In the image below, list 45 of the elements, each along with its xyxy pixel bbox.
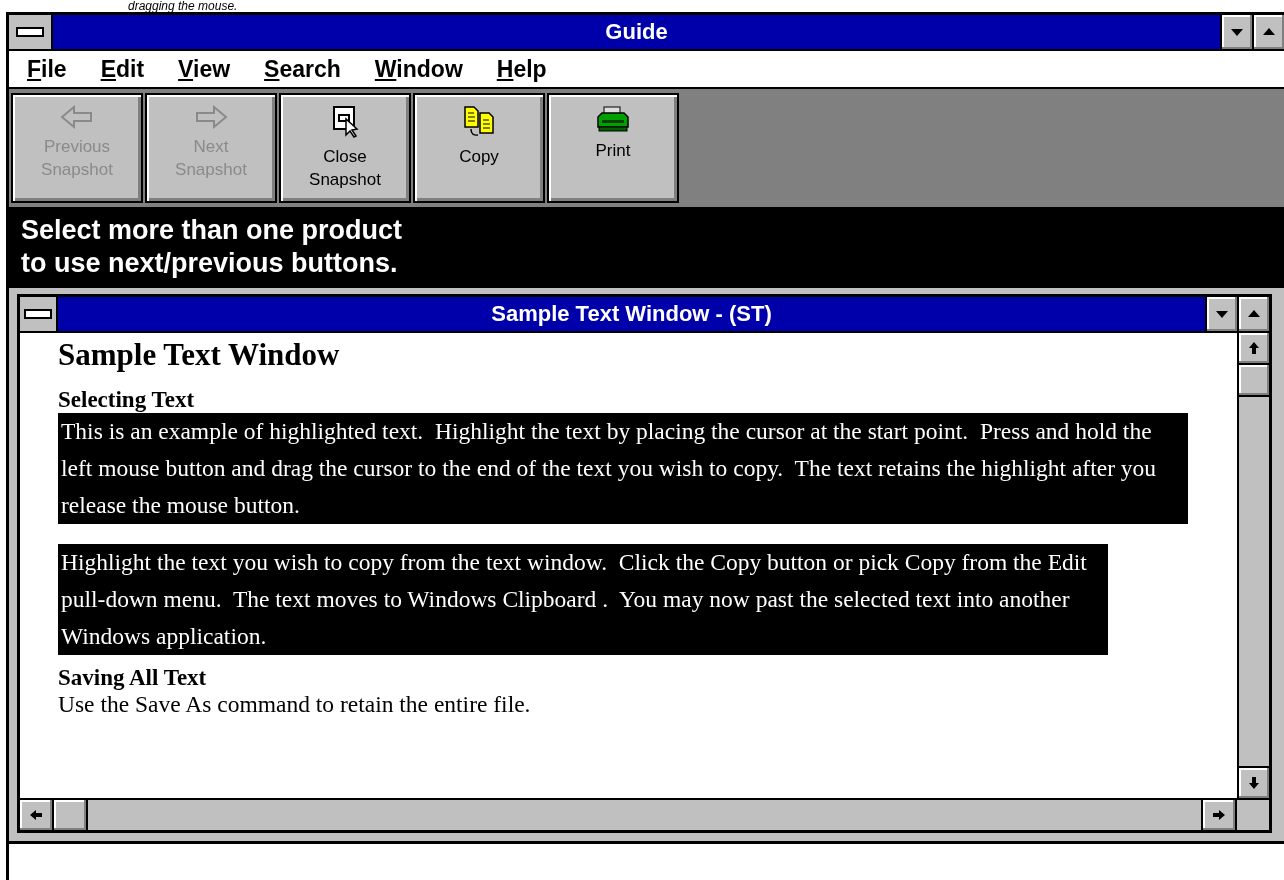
message-text: to use next/previous buttons. — [21, 247, 398, 280]
left-arrow-icon — [29, 809, 43, 821]
vertical-scrollbar[interactable] — [1237, 333, 1269, 798]
paragraph: Highlight the text you wish to copy from the text window. Click the Copy button or pick Copy from the Edit pull-down menu. The text moves to Windows Clipboard . You may now past the selected text into another Windows application. — [58, 544, 1108, 655]
menu-item[interactable]: File — [27, 55, 67, 83]
scroll-thumb[interactable] — [54, 800, 88, 830]
toolbar-button[interactable]: Close Snapshot — [279, 93, 411, 203]
maximize-button[interactable] — [1252, 15, 1284, 49]
horizontal-scrollbar[interactable] — [20, 800, 1235, 830]
scroll-thumb[interactable] — [1239, 365, 1269, 397]
toolbar-button[interactable]: Copy — [413, 93, 545, 203]
caret-up-icon — [1247, 309, 1261, 319]
menu-item[interactable]: Search — [264, 55, 341, 83]
menu-item[interactable]: View — [178, 55, 231, 83]
caret-down-icon — [1215, 309, 1229, 319]
section-heading: Selecting Text — [58, 387, 195, 413]
printer-icon — [596, 105, 630, 133]
caret-up-icon — [1262, 27, 1276, 37]
menu-item[interactable]: Help — [496, 55, 547, 83]
system-menu-button[interactable] — [9, 15, 53, 49]
scroll-up-button[interactable] — [1239, 333, 1269, 365]
up-arrow-icon — [1248, 341, 1260, 355]
toolbar-button[interactable]: Print — [547, 93, 679, 203]
copy-icon — [462, 105, 496, 139]
minimize-button[interactable] — [1205, 297, 1237, 331]
maximize-button[interactable] — [1237, 297, 1269, 331]
down-arrow-icon — [1248, 776, 1260, 790]
message-text: Select more than one product — [21, 214, 403, 247]
minimize-button[interactable] — [1220, 15, 1252, 49]
scroll-right-button[interactable] — [1201, 800, 1235, 830]
paragraph: This is an example of highlighted text. Highlight the text by placing the cursor at the start point. Press and hold the left mouse button and drag the cursor to the end of the text you wish to copy. The text retains the highlight after you release the mouse button. — [58, 413, 1188, 524]
right-arrow-icon — [1212, 809, 1226, 821]
section-heading: Saving All Text — [58, 665, 207, 691]
menu-item[interactable]: Window — [374, 55, 463, 83]
window-title: Sample Text Window - (ST) — [490, 300, 773, 328]
scroll-down-button[interactable] — [1239, 766, 1269, 798]
paragraph: Use the Save As command to retain the entire file. — [58, 691, 531, 717]
menu-item[interactable]: Edit — [100, 55, 145, 83]
left-arrow-icon — [60, 105, 94, 129]
system-menu-button[interactable] — [20, 297, 58, 331]
caret-down-icon — [1230, 27, 1244, 37]
document-heading: Sample Text Window — [58, 336, 340, 374]
scroll-left-button[interactable] — [20, 800, 54, 830]
window-title: Guide — [604, 18, 669, 46]
right-arrow-icon — [194, 105, 228, 129]
